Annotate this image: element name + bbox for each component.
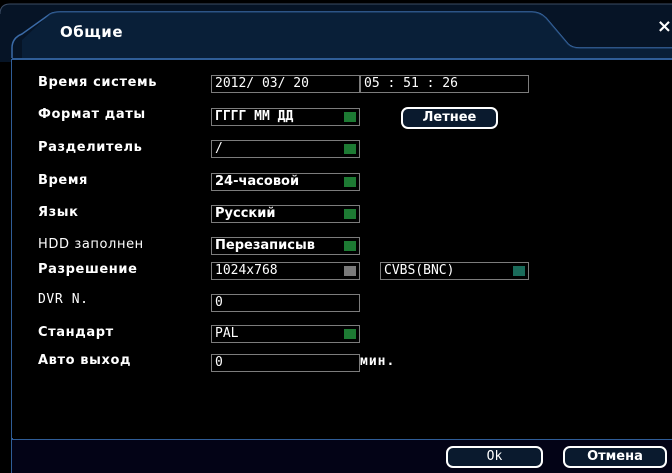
language-label: Язык xyxy=(38,205,79,220)
video-output-value: CVBS(BNC) xyxy=(384,263,455,278)
separator-select[interactable]: / xyxy=(211,140,360,158)
language-value: Русский xyxy=(215,206,276,221)
resolution-value: 1024x768 xyxy=(215,263,278,278)
dropdown-arrow-icon xyxy=(344,329,356,339)
auto-logout-label: Авто выход xyxy=(38,353,132,368)
hdd-full-label-text: HDD заполнен xyxy=(38,237,144,252)
dropdown-arrow-icon xyxy=(344,209,356,219)
dvr-number-field[interactable]: 0 xyxy=(211,294,360,312)
video-standard-value: PAL xyxy=(215,326,239,341)
date-format-label: Формат даты xyxy=(38,107,146,122)
auto-logout-field[interactable]: 0 xyxy=(211,354,360,372)
language-select[interactable]: Русский xyxy=(211,205,360,223)
dropdown-arrow-icon xyxy=(344,266,356,276)
time-format-select[interactable]: 24-часовой xyxy=(211,173,360,191)
auto-logout-unit: мин. xyxy=(360,354,396,369)
video-standard-label: Стандарт xyxy=(38,325,114,340)
dropdown-arrow-icon xyxy=(513,266,525,276)
video-standard-select[interactable]: PAL xyxy=(211,325,360,343)
system-time-field[interactable]: 05 : 51 : 26 xyxy=(360,75,529,93)
dropdown-arrow-icon xyxy=(344,144,356,154)
system-time-label: Время системь xyxy=(38,75,158,90)
dropdown-arrow-icon xyxy=(344,241,356,251)
close-icon[interactable]: × xyxy=(653,16,672,38)
resolution-label: Разрешение xyxy=(38,262,138,277)
dialog-title: Общие xyxy=(60,23,123,41)
system-date-field[interactable]: 2012/ 03/ 20 xyxy=(211,75,360,93)
hdd-full-select[interactable]: Перезаписыв xyxy=(211,237,360,255)
time-format-label: Время xyxy=(38,173,89,188)
separator-label: Разделитель xyxy=(38,140,143,155)
cancel-button[interactable]: Отмена xyxy=(563,446,667,468)
ok-button[interactable]: Ok xyxy=(446,446,543,468)
dvr-number-label: DVR N. xyxy=(38,292,89,307)
separator-value: / xyxy=(215,141,223,156)
date-format-value: ГГГГ ММ ДД xyxy=(215,109,294,124)
dropdown-arrow-icon xyxy=(344,177,356,187)
date-format-select[interactable]: ГГГГ ММ ДД xyxy=(211,108,360,126)
dropdown-arrow-icon xyxy=(344,112,356,122)
resolution-select[interactable]: 1024x768 xyxy=(211,262,360,280)
time-format-value: 24-часовой xyxy=(215,174,300,189)
hdd-full-label: HDD заполнен xyxy=(38,237,144,252)
dst-button[interactable]: Летнее xyxy=(401,107,498,129)
general-settings-dialog: Общие × Время системь 2012/ 03/ 20 05 : … xyxy=(0,0,672,473)
hdd-full-value: Перезаписыв xyxy=(215,238,315,253)
video-output-select[interactable]: CVBS(BNC) xyxy=(380,262,529,280)
